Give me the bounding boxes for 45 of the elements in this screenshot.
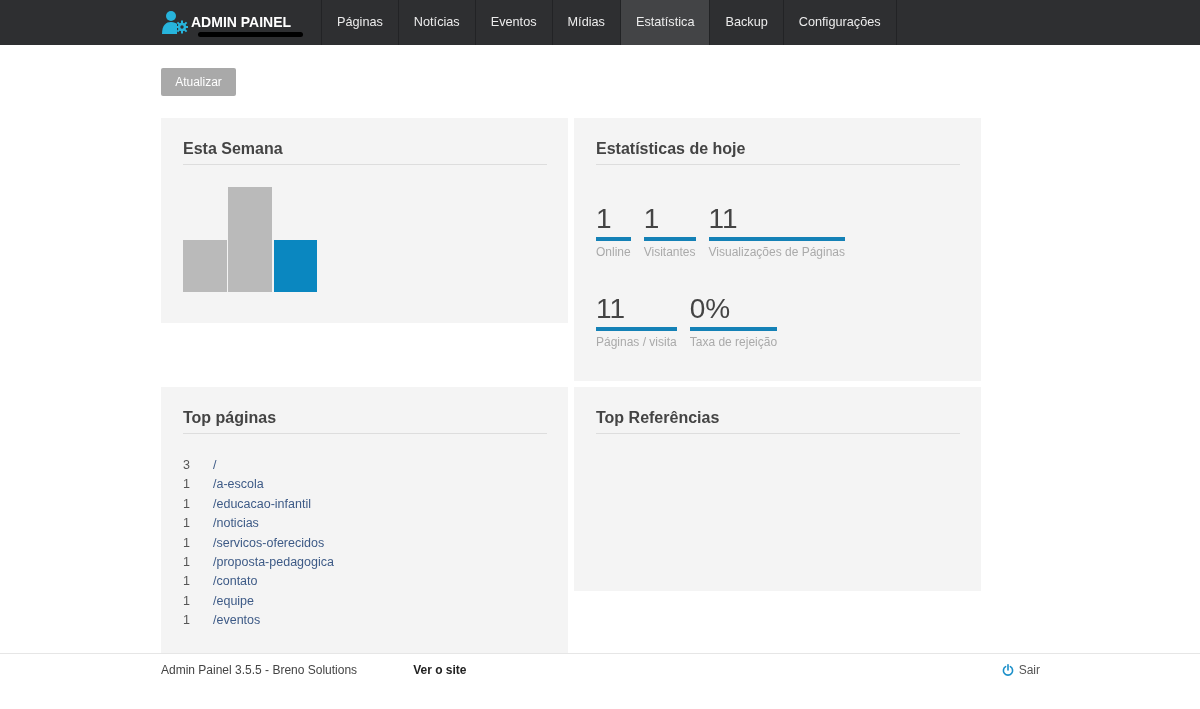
stat-value: 11 [708,204,846,241]
visit-count: 1 [183,534,191,552]
person-gear-icon [162,9,188,34]
logo-text: ADMIN PAINEL [191,14,293,30]
panel-title: Estatísticas de hoje [596,138,960,165]
stat-label: Visitantes [643,245,696,260]
stat-label: Online [596,245,631,260]
nav-tab[interactable]: Configurações [782,0,896,45]
visit-count: 1 [183,495,191,513]
page-link[interactable]: /educacao-infantil [213,494,311,515]
stat-value: 1 [643,204,696,241]
page-link[interactable]: /equipe [213,591,254,612]
page-link[interactable]: / [213,456,217,476]
nav-tab[interactable]: Backup [709,0,783,45]
visit-count: 1 [183,476,191,494]
page-link[interactable]: /servicos-oferecidos [213,533,325,554]
visit-count: 3 [183,457,191,474]
page-link[interactable]: /a-escola [213,475,264,495]
stat-value: 1 [596,204,631,241]
view-site-link[interactable]: Ver o site [413,663,467,678]
nav-tab[interactable]: Mídias [551,0,620,45]
page-link[interactable]: /contato [213,572,258,592]
nav-tab[interactable]: Notícias [397,0,475,45]
visit-count: 1 [183,554,191,572]
visit-count: 1 [183,612,191,630]
page-link[interactable]: /proposta-pedagogica [213,553,334,573]
page-link[interactable]: /eventos [213,611,261,631]
nav-tab[interactable]: Páginas [321,0,398,45]
stat-label: Páginas / visita [596,335,677,350]
visit-count: 1 [183,573,191,591]
logout-link[interactable]: Sair [1001,663,1040,678]
stat-label: Taxa de rejeição [689,335,778,350]
stat-value: 0% [689,294,778,331]
visit-count: 1 [183,515,191,533]
nav-tab[interactable]: Estatística [619,0,710,45]
credit-text: Admin Painel 3.5.5 - Breno Solutions [161,663,358,678]
panel-title: Esta Semana [183,138,547,165]
page-link[interactable]: /noticias [213,514,259,534]
stat-label: Visualizações de Páginas [708,245,846,260]
nav-tab[interactable]: Eventos [474,0,552,45]
power-icon [1001,664,1014,677]
visit-count: 1 [183,592,191,610]
stat-value: 11 [596,294,677,331]
panel-title: Top Referências [596,407,960,434]
panel-title: Top páginas [183,407,547,434]
